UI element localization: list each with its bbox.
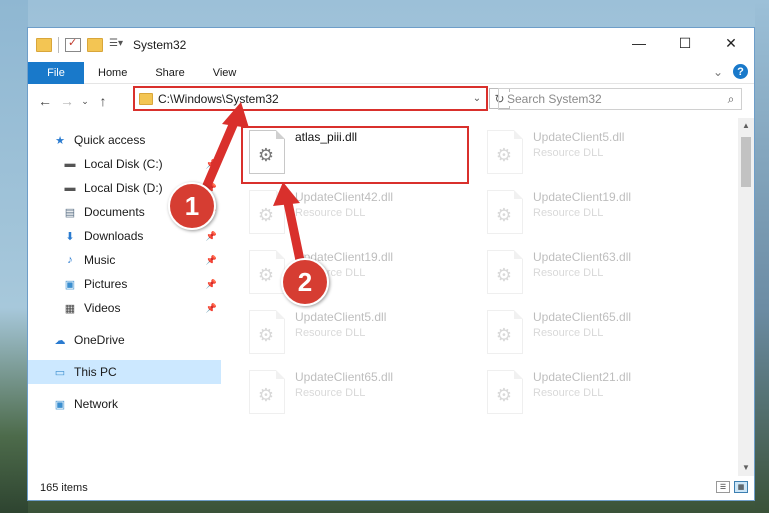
step-badge-2: 2: [281, 258, 329, 306]
arrow-1-shaft: [200, 113, 241, 195]
arrow-1-head: [222, 102, 249, 128]
annotation-arrows: [200, 102, 307, 275]
step-badge-1: 1: [168, 182, 216, 230]
arrow-2-head: [273, 182, 300, 206]
